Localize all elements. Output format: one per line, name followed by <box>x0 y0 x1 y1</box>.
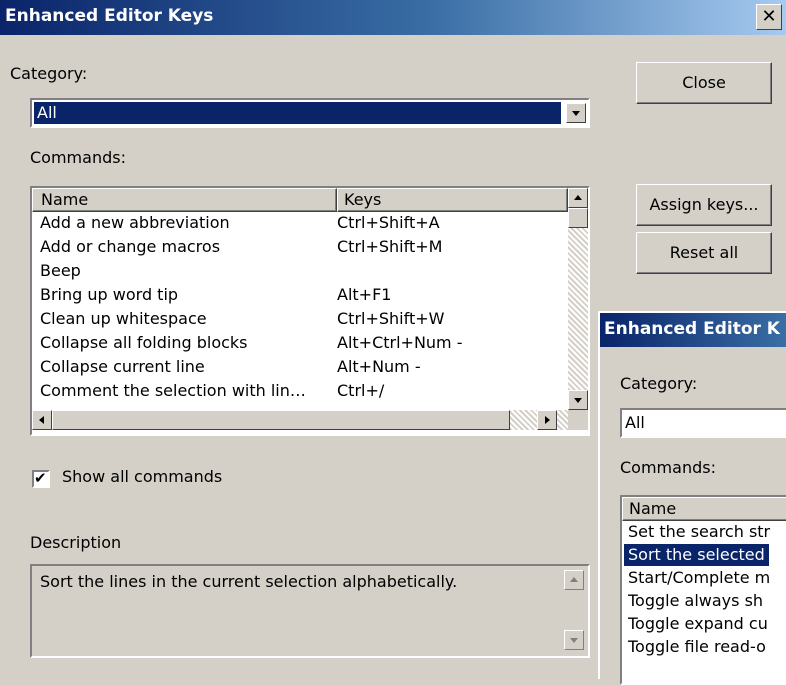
close-window-button[interactable]: ✕ <box>756 4 782 30</box>
table-row[interactable]: Add or change macros Ctrl+Shift+M <box>32 236 568 257</box>
horizontal-scrollbar[interactable] <box>32 410 568 430</box>
arrow-down-icon <box>574 398 582 403</box>
command-keys: Ctrl+Shift+M <box>337 237 443 256</box>
command-name: Clean up whitespace <box>40 309 207 328</box>
dialog-title-2: Enhanced Editor K <box>604 319 780 339</box>
command-keys: Ctrl+Shift+A <box>337 213 440 232</box>
command-name: Bring up word tip <box>40 285 179 304</box>
column-header-name-2[interactable]: Name <box>622 497 786 521</box>
list-item[interactable]: Set the search str <box>624 521 774 543</box>
table-row[interactable]: Add a new abbreviation Ctrl+Shift+A <box>32 212 568 233</box>
column-header-name[interactable]: Name <box>32 188 337 212</box>
checkmark-icon: ✔ <box>34 469 47 487</box>
vertical-scrollbar[interactable] <box>568 188 588 410</box>
command-name: Collapse all folding blocks <box>40 333 248 352</box>
command-keys: Alt+F1 <box>337 285 392 304</box>
list-item[interactable]: Toggle file read-o <box>624 636 770 658</box>
command-name: Beep <box>40 261 81 280</box>
list-item[interactable]: Toggle always sh <box>624 590 767 612</box>
list-item[interactable]: Toggle expand cu <box>624 613 772 635</box>
arrow-up-icon <box>570 577 578 582</box>
show-all-checkbox[interactable]: ✔ <box>32 469 50 488</box>
command-keys: Ctrl+Shift+W <box>337 309 445 328</box>
category-value-2: All <box>625 413 645 432</box>
scroll-up-button[interactable] <box>568 188 588 208</box>
close-button[interactable]: Close <box>636 62 772 104</box>
dropdown-button[interactable] <box>566 103 586 123</box>
dialog-title: Enhanced Editor Keys <box>5 6 214 26</box>
description-text: Sort the lines in the current selection … <box>40 572 458 591</box>
list-item[interactable]: Start/Complete m <box>624 567 774 589</box>
commands-label-2: Commands: <box>620 458 716 477</box>
category-label-2: Category: <box>620 374 698 393</box>
assign-keys-button[interactable]: Assign keys... <box>636 184 772 226</box>
description-label: Description <box>30 533 122 552</box>
commands-label: Commands: <box>30 148 126 167</box>
arrow-right-icon <box>545 416 550 424</box>
arrow-left-icon <box>39 416 44 424</box>
category-label: Category: <box>10 64 88 83</box>
category-dropdown[interactable]: All <box>30 98 590 128</box>
table-row[interactable]: Bring up word tip Alt+F1 <box>32 284 568 305</box>
commands-list-2[interactable]: Name Set the search str Sort the selected… <box>620 495 786 685</box>
category-value: All <box>34 102 561 124</box>
table-row[interactable]: Collapse all folding blocks Alt+Ctrl+Num … <box>32 332 568 353</box>
command-rows-2: Set the search str Sort the selected Start… <box>622 521 786 683</box>
scrollbar-corner <box>568 410 588 430</box>
chevron-down-icon <box>572 111 580 116</box>
command-keys: Alt+Num - <box>337 357 421 376</box>
command-keys: Ctrl+/ <box>337 381 385 400</box>
title-bar-2[interactable]: Enhanced Editor K <box>600 313 786 347</box>
list-item[interactable]: Sort the selected <box>624 544 769 566</box>
close-icon: ✕ <box>761 6 777 27</box>
command-name: Add or change macros <box>40 237 221 256</box>
table-row[interactable]: Comment the selection with lin… Ctrl+/ <box>32 380 568 401</box>
command-name: Collapse current line <box>40 357 205 376</box>
horizontal-scroll-thumb[interactable] <box>52 410 510 430</box>
list-header: Name Keys <box>32 188 568 212</box>
command-name: Add a new abbreviation <box>40 213 230 232</box>
scroll-right-button[interactable] <box>537 410 557 430</box>
table-row[interactable]: Collapse current line Alt+Num - <box>32 356 568 377</box>
scroll-thumb[interactable] <box>568 208 588 228</box>
description-scrollbar <box>564 570 584 652</box>
arrow-up-icon <box>574 195 582 200</box>
table-row[interactable]: Clean up whitespace Ctrl+Shift+W <box>32 308 568 329</box>
commands-list[interactable]: Name Keys Add a new abbreviation Ctrl+Shi… <box>30 186 590 436</box>
title-bar[interactable]: Enhanced Editor Keys ✕ <box>0 0 786 35</box>
column-header-keys[interactable]: Keys <box>337 188 568 212</box>
category-dropdown-2[interactable]: All <box>620 408 786 438</box>
command-rows: Add a new abbreviation Ctrl+Shift+A Add or… <box>32 212 568 406</box>
desc-scroll-down-button <box>564 630 584 650</box>
enhanced-editor-keys-dialog-2: Enhanced Editor K Category: All Commands… <box>598 311 786 685</box>
command-keys: Alt+Ctrl+Num - <box>337 333 463 352</box>
show-all-label[interactable]: Show all commands <box>62 467 222 486</box>
scroll-down-button[interactable] <box>568 390 588 410</box>
scroll-left-button[interactable] <box>32 410 52 430</box>
description-box: Sort the lines in the current selection … <box>30 564 590 658</box>
reset-all-button[interactable]: Reset all <box>636 232 772 274</box>
table-row[interactable]: Beep <box>32 260 568 281</box>
arrow-down-icon <box>570 638 578 643</box>
desc-scroll-up-button <box>564 570 584 590</box>
command-name: Comment the selection with lin… <box>40 381 306 400</box>
